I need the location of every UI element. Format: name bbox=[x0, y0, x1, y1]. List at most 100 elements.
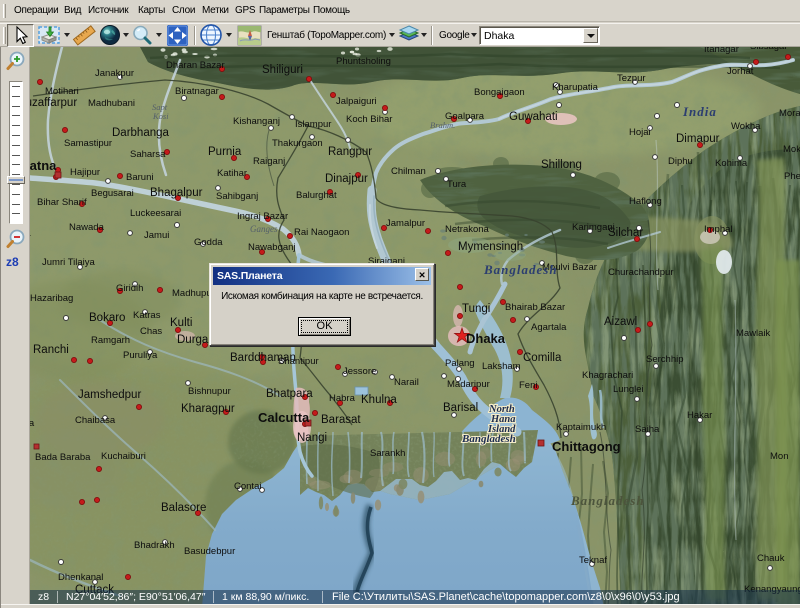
svg-text:Madhubani: Madhubani bbox=[88, 98, 135, 109]
svg-text:Dhaka: Dhaka bbox=[466, 331, 506, 346]
svg-text:Nawabganj: Nawabganj bbox=[248, 242, 296, 253]
svg-text:Nangi: Nangi bbox=[297, 432, 327, 444]
svg-text:Shillong: Shillong bbox=[541, 159, 582, 171]
svg-text:Nawada: Nawada bbox=[69, 222, 105, 233]
svg-text:Chaibasa: Chaibasa bbox=[75, 415, 116, 426]
svg-text:Tezpur: Tezpur bbox=[617, 73, 646, 84]
svg-text:Balasore: Balasore bbox=[161, 502, 206, 514]
svg-text:Dhenkanal: Dhenkanal bbox=[58, 572, 103, 583]
svg-text:Luckeesarai: Luckeesarai bbox=[130, 208, 181, 219]
svg-text:Bishnupur: Bishnupur bbox=[188, 386, 231, 397]
svg-text:Chauk: Chauk bbox=[757, 553, 785, 564]
svg-text:Koch Bihar: Koch Bihar bbox=[346, 114, 392, 125]
svg-text:Kaptaimukh: Kaptaimukh bbox=[556, 422, 606, 433]
svg-text:Khulna: Khulna bbox=[361, 394, 397, 406]
svg-text:Dinajpur: Dinajpur bbox=[325, 173, 368, 185]
svg-text:Jalpaiguri: Jalpaiguri bbox=[336, 96, 377, 107]
svg-text:Baruni: Baruni bbox=[126, 172, 153, 183]
svg-text:Bada Baraba: Bada Baraba bbox=[35, 452, 91, 463]
svg-text:Basudebpur: Basudebpur bbox=[184, 546, 235, 557]
svg-text:Bihar Sharif: Bihar Sharif bbox=[37, 197, 87, 208]
svg-text:Wokha: Wokha bbox=[731, 121, 761, 132]
svg-text:Hojai: Hojai bbox=[629, 127, 651, 138]
svg-text:Biratnagar: Biratnagar bbox=[175, 86, 219, 97]
svg-text:Contai: Contai bbox=[234, 481, 261, 492]
svg-text:Ramgarh: Ramgarh bbox=[91, 335, 130, 346]
svg-text:Begusarai: Begusarai bbox=[91, 188, 134, 199]
svg-text:Kharupatia: Kharupatia bbox=[552, 82, 599, 93]
svg-text:Aizawl: Aizawl bbox=[604, 316, 637, 328]
svg-text:Chilman: Chilman bbox=[391, 166, 426, 177]
svg-text:Serchhip: Serchhip bbox=[646, 354, 684, 365]
svg-text:Mymensingh: Mymensingh bbox=[458, 241, 523, 253]
svg-text:Calcutta: Calcutta bbox=[258, 410, 310, 425]
svg-text:Narail: Narail bbox=[394, 377, 419, 388]
svg-text:Ingraj Bazar: Ingraj Bazar bbox=[237, 211, 288, 222]
svg-text:Hazaribag: Hazaribag bbox=[30, 293, 73, 304]
svg-text:Imphal: Imphal bbox=[704, 224, 733, 235]
svg-text:Jamshedpur: Jamshedpur bbox=[78, 389, 141, 401]
svg-text:Muzaffarpur: Muzaffarpur bbox=[30, 97, 77, 109]
svg-text:Ranchi: Ranchi bbox=[33, 344, 69, 356]
svg-text:Patna: Patna bbox=[30, 158, 57, 173]
svg-text:Barasat: Barasat bbox=[321, 414, 361, 426]
svg-text:Guwahati: Guwahati bbox=[509, 111, 558, 123]
svg-text:Madaripur: Madaripur bbox=[447, 379, 490, 390]
svg-text:Itanagar: Itanagar bbox=[704, 47, 739, 55]
svg-text:Вrahm.: Вrahm. bbox=[430, 120, 455, 130]
svg-text:Barisal: Barisal bbox=[443, 402, 478, 414]
svg-text:Giridih: Giridih bbox=[116, 283, 143, 294]
svg-text:Sahibganj: Sahibganj bbox=[216, 191, 258, 202]
svg-text:Katihar: Katihar bbox=[217, 168, 247, 179]
svg-text:Shantipur: Shantipur bbox=[278, 356, 319, 367]
svg-text:Jamalpur: Jamalpur bbox=[386, 218, 425, 229]
svg-text:Darbhanga: Darbhanga bbox=[112, 127, 170, 139]
svg-text:Comilla: Comilla bbox=[523, 352, 562, 364]
svg-text:Purnia: Purnia bbox=[208, 146, 242, 158]
svg-text:Haflong: Haflong bbox=[629, 196, 662, 207]
svg-text:Netrakona: Netrakona bbox=[445, 224, 490, 235]
svg-text:Islampur: Islampur bbox=[295, 119, 331, 130]
svg-text:Samastipur: Samastipur bbox=[64, 138, 112, 149]
svg-text:Bhagalpur: Bhagalpur bbox=[150, 187, 203, 199]
svg-text:Hajipur: Hajipur bbox=[70, 167, 100, 178]
svg-text:Bhatpara: Bhatpara bbox=[266, 388, 313, 400]
svg-text:Teknaf: Teknaf bbox=[579, 555, 607, 566]
svg-text:Bangladesh: Bangladesh bbox=[461, 433, 516, 445]
svg-text:Saharsa: Saharsa bbox=[130, 149, 166, 160]
svg-text:Jorhat: Jorhat bbox=[727, 66, 754, 77]
svg-text:Jessore: Jessore bbox=[343, 366, 376, 377]
svg-text:Chittagong: Chittagong bbox=[552, 439, 621, 454]
svg-text:Janakpur: Janakpur bbox=[95, 68, 134, 79]
svg-text:Bangladesh: Bangladesh bbox=[483, 262, 558, 277]
svg-text:Mon: Mon bbox=[770, 451, 788, 462]
svg-text:Puruliya: Puruliya bbox=[123, 350, 158, 361]
svg-text:Kulti: Kulti bbox=[170, 317, 192, 329]
svg-text:Bega: Bega bbox=[30, 418, 35, 429]
svg-text:Diphu: Diphu bbox=[668, 156, 693, 167]
svg-text:Shiliguri: Shiliguri bbox=[262, 64, 303, 76]
svg-text:Silchar: Silchar bbox=[608, 227, 643, 239]
svg-text:Laksham: Laksham bbox=[482, 361, 521, 372]
svg-text:Dharan Bazar: Dharan Bazar bbox=[166, 60, 225, 71]
svg-text:Habra: Habra bbox=[329, 393, 356, 404]
svg-text:Raiganj: Raiganj bbox=[253, 156, 285, 167]
svg-text:Rangpur: Rangpur bbox=[328, 146, 372, 158]
svg-text:Sarankh: Sarankh bbox=[370, 448, 405, 459]
svg-text:Bhadrakh: Bhadrakh bbox=[134, 540, 175, 551]
svg-text:Bhairab Bazar: Bhairab Bazar bbox=[505, 302, 565, 313]
svg-text:Katras: Katras bbox=[133, 310, 161, 321]
svg-text:Kharagpur: Kharagpur bbox=[181, 403, 235, 415]
svg-text:Chas: Chas bbox=[140, 326, 162, 337]
svg-text:Godda: Godda bbox=[194, 237, 223, 248]
svg-text:Jamui: Jamui bbox=[144, 230, 169, 241]
svg-text:Feni: Feni bbox=[519, 380, 537, 391]
svg-text:Bangladesh: Bangladesh bbox=[570, 493, 645, 508]
svg-text:Phuntsholing: Phuntsholing bbox=[336, 56, 391, 67]
svg-text:Moran: Moran bbox=[779, 108, 800, 119]
svg-text:Ganges: Ganges bbox=[250, 224, 278, 234]
svg-text:Thakurgaon: Thakurgaon bbox=[272, 138, 323, 149]
svg-text:Lunglei: Lunglei bbox=[613, 384, 644, 395]
svg-text:Bokaro: Bokaro bbox=[89, 312, 125, 324]
svg-text:Mawlaik: Mawlaik bbox=[736, 328, 771, 339]
